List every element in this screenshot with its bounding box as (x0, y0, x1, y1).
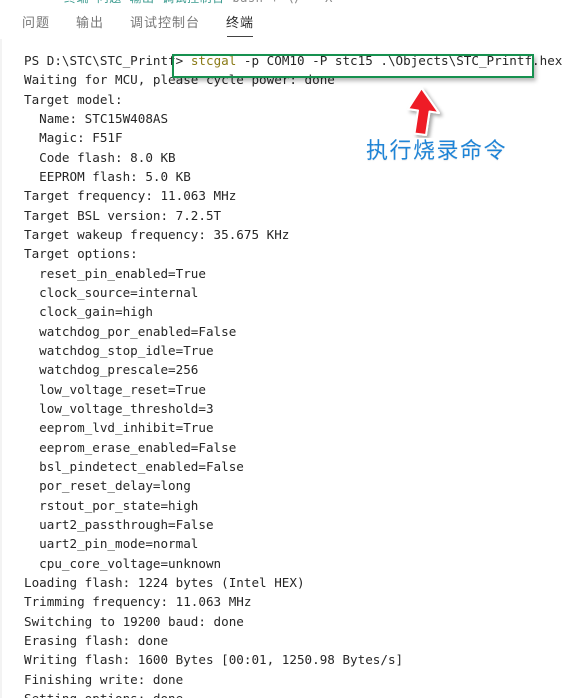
terminal-line: Finishing write: done (24, 671, 184, 687)
callout-label: 执行烧录命令 (366, 139, 508, 164)
terminal-command-args: -p COM10 -P stc15 .\Objects\STC_Printf.h… (236, 53, 563, 68)
terminal-line: rstout_por_state=high (24, 497, 199, 513)
tab-output-label: 输出 (76, 16, 105, 31)
terminal-line: Target options: (24, 246, 138, 262)
terminal-line: clock_gain=high (24, 304, 153, 320)
panel-tab-bar: 问题 输出 调试控制台 终端 (0, 7, 566, 39)
terminal-line: Setting options: done (24, 689, 566, 698)
terminal-line: Switching to 19200 baud: done (24, 613, 244, 629)
terminal-line: Waiting for MCU, please cycle power: don… (24, 72, 335, 88)
terminal-line: Target model: (24, 91, 123, 107)
terminal-prompt: PS D:\STC\STC_Printf> (24, 53, 184, 68)
terminal-line: Name: STC15W408AS (24, 110, 169, 126)
terminal-line: Loading flash: 1224 bytes (Intel HEX) (24, 574, 305, 590)
terminal-line: reset_pin_enabled=True (24, 265, 206, 281)
tab-terminal-active-indicator (227, 35, 254, 37)
terminal-line: watchdog_stop_idle=True (24, 342, 214, 358)
terminal-line: Writing flash: 1600 Bytes [00:01, 1250.9… (24, 652, 404, 668)
terminal-line: eeprom_lvd_inhibit=True (24, 420, 214, 436)
terminal-line: low_voltage_reset=True (24, 381, 206, 397)
terminal-line: watchdog_prescale=256 (24, 362, 199, 378)
panel-tab-list: 问题 输出 调试控制台 终端 (22, 7, 280, 39)
tab-problems[interactable]: 问题 (22, 7, 50, 37)
terminal-line: EEPROM flash: 5.0 KB (24, 168, 191, 184)
terminal-line: cpu_core_voltage=unknown (24, 555, 222, 571)
terminal-line: Target frequency: 11.063 MHz (24, 188, 237, 204)
terminal-line: Trimming frequency: 11.063 MHz (24, 594, 252, 610)
terminal-line: bsl_pindetect_enabled=False (24, 458, 244, 474)
terminal-line: Target wakeup frequency: 35.675 KHz (24, 226, 290, 242)
terminal-line: Erasing flash: done (24, 632, 169, 648)
screenshot-root: 终端 问题 输出 调试控制台 bash + \/ ^ X 问题 输出 调试控制台… (0, 0, 566, 698)
tab-terminal-label: 终端 (226, 16, 255, 31)
terminal-line: eeprom_erase_enabled=False (24, 439, 237, 455)
clipped-text-right: bash + \/ ^ X (232, 0, 332, 5)
terminal-line: clock_source=internal (24, 284, 199, 300)
terminal-line: uart2_passthrough=False (24, 516, 214, 532)
terminal-line: watchdog_por_enabled=False (24, 323, 237, 339)
tab-debug-console-label: 调试控制台 (130, 16, 201, 31)
terminal-command-line: PS D:\STC\STC_Printf> stcgal -p COM10 -P… (24, 51, 566, 70)
tab-problems-label: 问题 (22, 16, 51, 31)
tab-debug-console[interactable]: 调试控制台 (130, 7, 200, 37)
terminal-line: uart2_pin_mode=normal (24, 536, 199, 552)
terminal-command-token: stcgal (190, 53, 237, 68)
clipped-top-row-text: 终端 问题 输出 调试控制台 bash + \/ ^ X (64, 0, 333, 6)
terminal-line: low_voltage_threshold=3 (24, 400, 214, 416)
clipped-text-left: 终端 问题 输出 调试控制台 (64, 0, 225, 5)
tab-output[interactable]: 输出 (76, 7, 104, 37)
tab-terminal[interactable]: 终端 (226, 7, 254, 37)
terminal-line: Target BSL version: 7.2.5T (24, 207, 222, 223)
terminal-line: por_reset_delay=long (24, 478, 191, 494)
